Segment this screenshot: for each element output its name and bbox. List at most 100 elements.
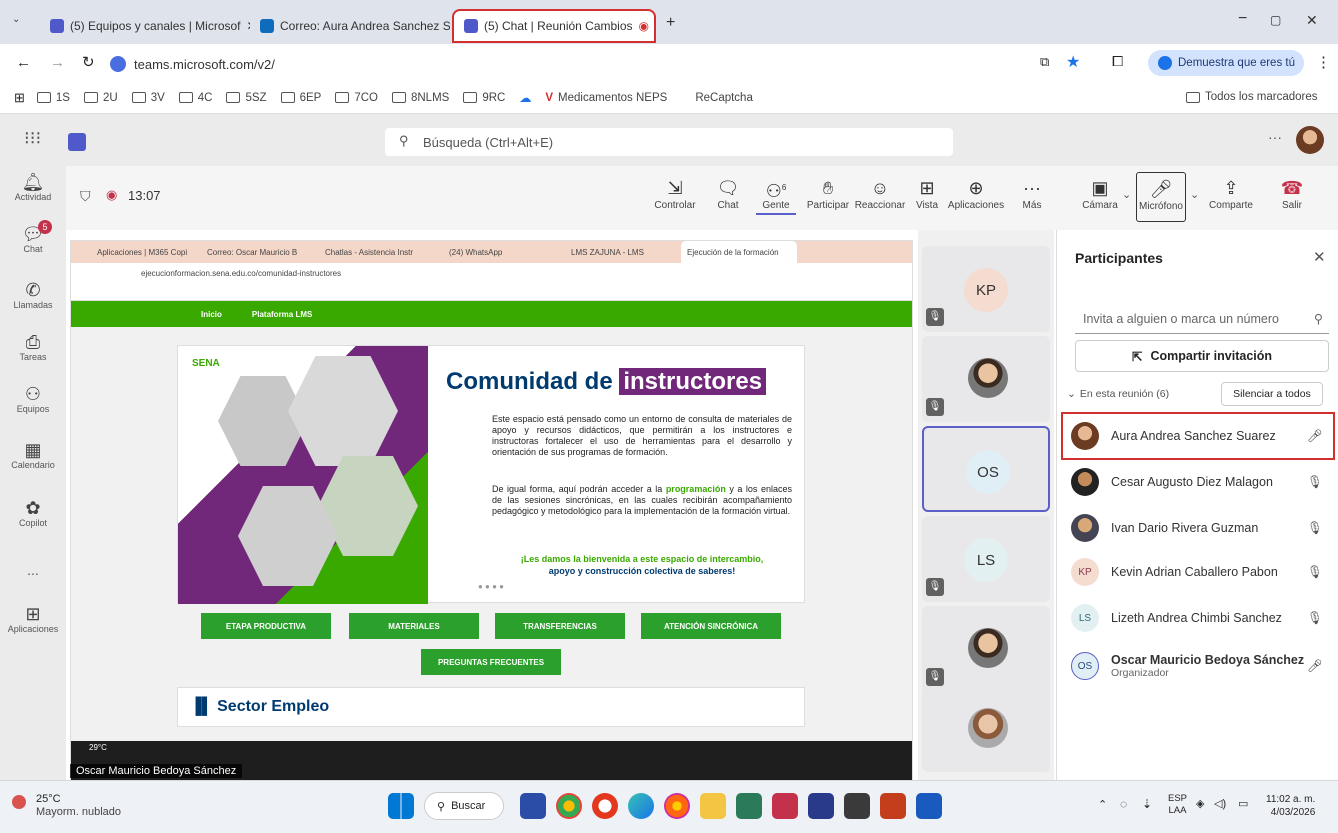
bookmark-9rc[interactable]: 9RC bbox=[463, 92, 505, 104]
new-tab-icon[interactable]: + bbox=[666, 14, 675, 32]
wifi-icon[interactable]: ◈ bbox=[1196, 797, 1204, 810]
bookmark-cloud[interactable]: ☁ bbox=[519, 91, 531, 105]
minimize-icon[interactable]: − bbox=[1238, 10, 1247, 28]
mas-button[interactable]: ··· Más bbox=[1018, 176, 1046, 211]
controlar-button[interactable]: ⇲ Controlar bbox=[652, 176, 698, 211]
bookmark-star-icon[interactable]: ★ bbox=[1066, 52, 1080, 72]
firefox-icon[interactable] bbox=[664, 793, 690, 819]
chrome-icon[interactable] bbox=[556, 793, 582, 819]
powerpoint-icon[interactable] bbox=[880, 793, 906, 819]
reaccionar-button[interactable]: ☺ Reaccionar bbox=[854, 176, 906, 211]
app-icon[interactable] bbox=[844, 793, 870, 819]
gente-button[interactable]: ⚇6 Gente bbox=[756, 176, 796, 215]
app-icon[interactable] bbox=[520, 793, 546, 819]
compartir-button[interactable]: ⇪ Comparte bbox=[1206, 176, 1256, 211]
site-info-icon[interactable] bbox=[110, 56, 126, 72]
rail-actividad[interactable]: 🔔︎ Actividad bbox=[0, 172, 66, 202]
tab-equipos[interactable]: (5) Equipos y canales | Microsof ✕ bbox=[40, 9, 250, 43]
notepad-icon[interactable] bbox=[736, 793, 762, 819]
tab-search-icon[interactable]: ⌄ bbox=[12, 14, 20, 25]
rail-calendario[interactable]: ▦ Calendario bbox=[0, 440, 66, 470]
more-options-icon[interactable]: ··· bbox=[1268, 129, 1282, 145]
video-tile[interactable]: 🎙︎ bbox=[922, 336, 1050, 422]
bookmark-8nlms[interactable]: 8NLMS bbox=[391, 92, 449, 104]
bookmark-6ep[interactable]: 6EP bbox=[280, 92, 321, 104]
rail-equipos[interactable]: ⚇ Equipos bbox=[0, 384, 66, 414]
video-tile-active[interactable]: OS bbox=[922, 426, 1050, 512]
salir-button[interactable]: ☎ Salir bbox=[1272, 176, 1312, 211]
participant-row[interactable]: KP Kevin Adrian Caballero Pabon 🎙︎ bbox=[1063, 550, 1333, 594]
rail-aplicaciones[interactable]: ⊞ Aplicaciones bbox=[0, 604, 66, 634]
bookmark-2u[interactable]: 2U bbox=[83, 92, 118, 104]
chevron-down-icon[interactable]: ⌄ bbox=[1190, 188, 1199, 201]
video-tile[interactable] bbox=[922, 686, 1050, 772]
bookmark-medicamentos[interactable]: V Medicamentos NEPS bbox=[545, 92, 667, 104]
start-icon[interactable] bbox=[388, 793, 414, 819]
participant-row[interactable]: LS Lizeth Andrea Chimbi Sanchez 🎙︎ bbox=[1063, 596, 1333, 640]
app-icon[interactable] bbox=[772, 793, 798, 819]
tab-chat-reunion[interactable]: (5) Chat | Reunión Cambios ◉ ✕ bbox=[452, 9, 656, 43]
install-app-icon[interactable]: ⧉ bbox=[1040, 54, 1049, 70]
battery-icon[interactable]: ▭ bbox=[1238, 797, 1248, 810]
bookmark-1s[interactable]: 1S bbox=[36, 92, 70, 104]
bookmark-4c[interactable]: 4C bbox=[178, 92, 212, 104]
tray-icon[interactable]: ◌ bbox=[1120, 797, 1127, 811]
volume-icon[interactable]: ◁) bbox=[1214, 797, 1226, 810]
language-indicator[interactable]: ESP LAA bbox=[1168, 793, 1187, 817]
video-tile[interactable]: 🎙︎ bbox=[922, 606, 1050, 692]
aplicaciones-button[interactable]: ⊕ Aplicaciones bbox=[946, 176, 1006, 211]
participant-row[interactable]: OS Oscar Mauricio Bedoya Sánchez Organiz… bbox=[1063, 642, 1333, 690]
edge-icon[interactable] bbox=[628, 793, 654, 819]
window-close-icon[interactable]: ✕ bbox=[1306, 12, 1318, 29]
reload-icon[interactable]: ↻ bbox=[82, 53, 95, 71]
camara-button[interactable]: ▣ Cámara bbox=[1080, 176, 1120, 211]
opera-icon[interactable] bbox=[592, 793, 618, 819]
restore-icon[interactable]: ▢ bbox=[1270, 13, 1281, 27]
chevron-up-icon[interactable]: ⌃ bbox=[1098, 798, 1107, 811]
weather-widget[interactable]: 25°C Mayorm. nublado bbox=[12, 793, 121, 819]
menu-icon[interactable]: ⋮ bbox=[1316, 53, 1331, 71]
forward-icon[interactable]: → bbox=[50, 54, 65, 71]
participar-button[interactable]: ✋︎ Participar bbox=[804, 176, 852, 211]
url-field[interactable]: teams.microsoft.com/v2/ bbox=[110, 51, 1030, 77]
chevron-down-icon[interactable]: ⌄ bbox=[1122, 188, 1131, 201]
rail-tareas[interactable]: ⎙ Tareas bbox=[0, 332, 66, 362]
profile-button[interactable]: Demuestra que eres tú bbox=[1148, 50, 1304, 76]
invite-input[interactable]: Invita a alguien o marca un número ⚲ bbox=[1075, 304, 1329, 334]
bookmark-5sz[interactable]: 5SZ bbox=[226, 92, 267, 104]
all-bookmarks[interactable]: Todos los marcadores bbox=[1186, 91, 1318, 103]
bookmark-recaptcha[interactable]: ReCaptcha bbox=[695, 92, 753, 104]
word-icon[interactable] bbox=[916, 793, 942, 819]
in-meeting-toggle[interactable]: ⌄ En esta reunión (6) bbox=[1067, 388, 1169, 400]
tray-icon[interactable]: ⇣ bbox=[1142, 797, 1152, 811]
tab-correo[interactable]: Correo: Aura Andrea Sanchez S ✕ bbox=[250, 9, 450, 43]
bookmark-7co[interactable]: 7CO bbox=[335, 92, 378, 104]
app-icon[interactable] bbox=[808, 793, 834, 819]
video-tile[interactable]: KP 🎙︎ bbox=[922, 246, 1050, 332]
recording-icon[interactable]: ◉ bbox=[106, 187, 117, 203]
rail-chat[interactable]: 💬︎ 5 Chat bbox=[0, 220, 66, 254]
bookmark-3v[interactable]: 3V bbox=[131, 92, 165, 104]
microfono-button[interactable]: 🎤︎ Micrófono bbox=[1136, 172, 1186, 222]
participant-row[interactable]: Ivan Dario Rivera Guzman 🎙︎ bbox=[1063, 506, 1333, 550]
search-input[interactable]: ⚲ Búsqueda (Ctrl+Alt+E) bbox=[385, 128, 953, 156]
user-avatar[interactable] bbox=[1296, 126, 1324, 154]
chat-button[interactable]: 🗨︎ Chat bbox=[710, 176, 746, 211]
rail-copilot[interactable]: ✿ Copilot bbox=[0, 498, 66, 528]
clock[interactable]: 11:02 a. m. 4/03/2026 bbox=[1266, 793, 1315, 819]
rail-more[interactable]: ... bbox=[0, 562, 66, 578]
close-icon[interactable]: ✕ bbox=[655, 19, 656, 33]
extensions-icon[interactable]: ⧠ bbox=[1112, 53, 1123, 70]
share-invite-button[interactable]: ⇱ Compartir invitación bbox=[1075, 340, 1329, 372]
file-explorer-icon[interactable] bbox=[700, 793, 726, 819]
vista-button[interactable]: ⊞ Vista bbox=[912, 176, 942, 211]
taskbar-search[interactable]: ⚲ Buscar bbox=[424, 792, 504, 820]
participant-row[interactable]: Cesar Augusto Diez Malagon 🎙︎ bbox=[1063, 460, 1333, 504]
video-tile[interactable]: LS 🎙︎ bbox=[922, 516, 1050, 602]
back-icon[interactable]: ← bbox=[16, 54, 31, 71]
close-icon[interactable]: ✕ bbox=[1313, 248, 1326, 266]
rail-llamadas[interactable]: ✆ Llamadas bbox=[0, 280, 66, 310]
participant-row[interactable]: Aura Andrea Sanchez Suarez 🎤︎ bbox=[1061, 412, 1335, 460]
app-launcher-icon[interactable]: ⁝⁝⁝ bbox=[24, 128, 41, 149]
apps-grid-icon[interactable]: ⊞ bbox=[14, 90, 25, 106]
